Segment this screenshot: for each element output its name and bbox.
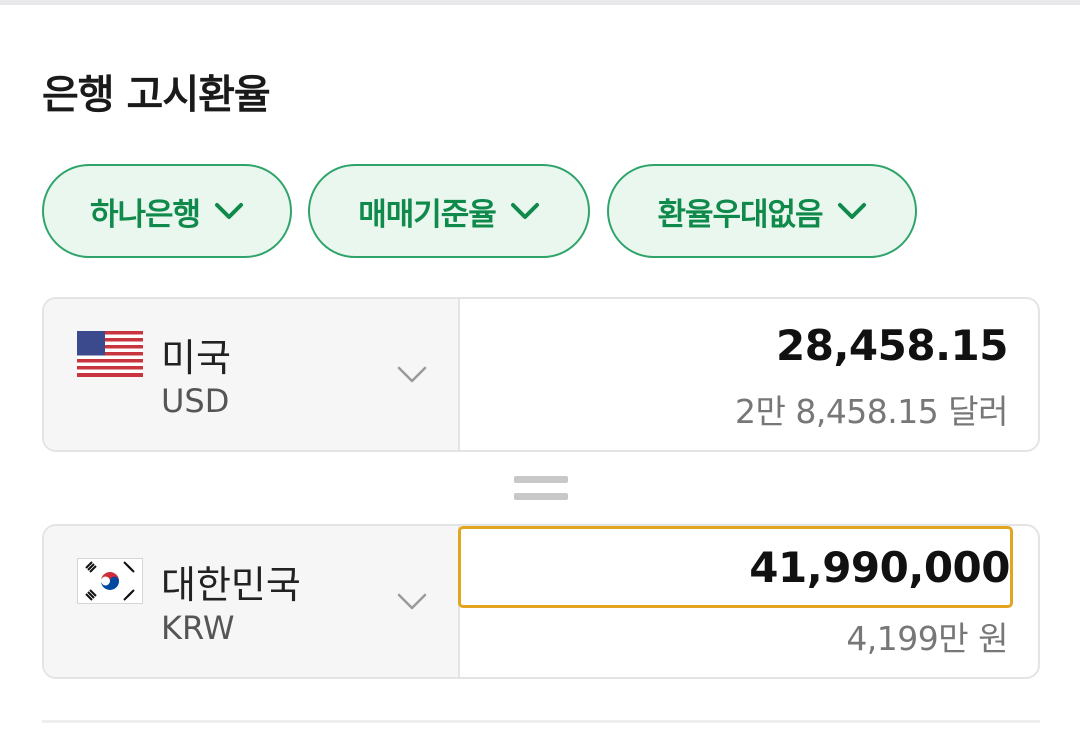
from-amount-input[interactable]: 28,458.15 [776, 321, 1008, 370]
to-currency-select[interactable]: 대한민국 KRW [44, 526, 460, 677]
to-amount-value: 41,990,000 [749, 542, 1010, 592]
chevron-down-icon [510, 203, 539, 219]
to-country-name: 대한민국 [161, 563, 301, 607]
to-amount-korean: 4,199만 원 [846, 619, 1008, 658]
from-country-name: 미국 [161, 336, 231, 380]
kr-flag-icon [77, 558, 143, 604]
from-amount-korean: 2만 8,458.15 달러 [734, 392, 1009, 431]
from-currency-card: 미국 USD 28,458.15 2만 8,458.15 달러 [42, 297, 1040, 452]
us-flag-icon [77, 331, 143, 377]
rate-type-select-chip[interactable]: 매매기준율 [308, 164, 590, 258]
bottom-divider [42, 720, 1040, 723]
from-currency-code: USD [161, 382, 230, 420]
page-title: 은행 고시환율 [42, 72, 271, 118]
chevron-down-icon [837, 203, 866, 219]
equals-icon [514, 476, 568, 502]
to-amount-input[interactable]: 41,990,000 [458, 526, 1013, 608]
bank-select-label: 하나은행 [89, 196, 201, 233]
chevron-down-icon [397, 366, 427, 383]
to-currency-card: 대한민국 KRW 41,990,000 4,199만 원 [42, 524, 1040, 679]
chevron-down-icon [215, 203, 244, 219]
to-currency-code: KRW [161, 609, 235, 647]
preference-select-chip[interactable]: 환율우대없음 [607, 164, 917, 258]
bank-select-chip[interactable]: 하나은행 [42, 164, 292, 258]
rate-type-select-label: 매매기준율 [358, 196, 497, 233]
chevron-down-icon [397, 593, 427, 610]
preference-select-label: 환율우대없음 [657, 196, 823, 233]
top-divider [0, 0, 1080, 5]
from-currency-select[interactable]: 미국 USD [44, 299, 460, 450]
